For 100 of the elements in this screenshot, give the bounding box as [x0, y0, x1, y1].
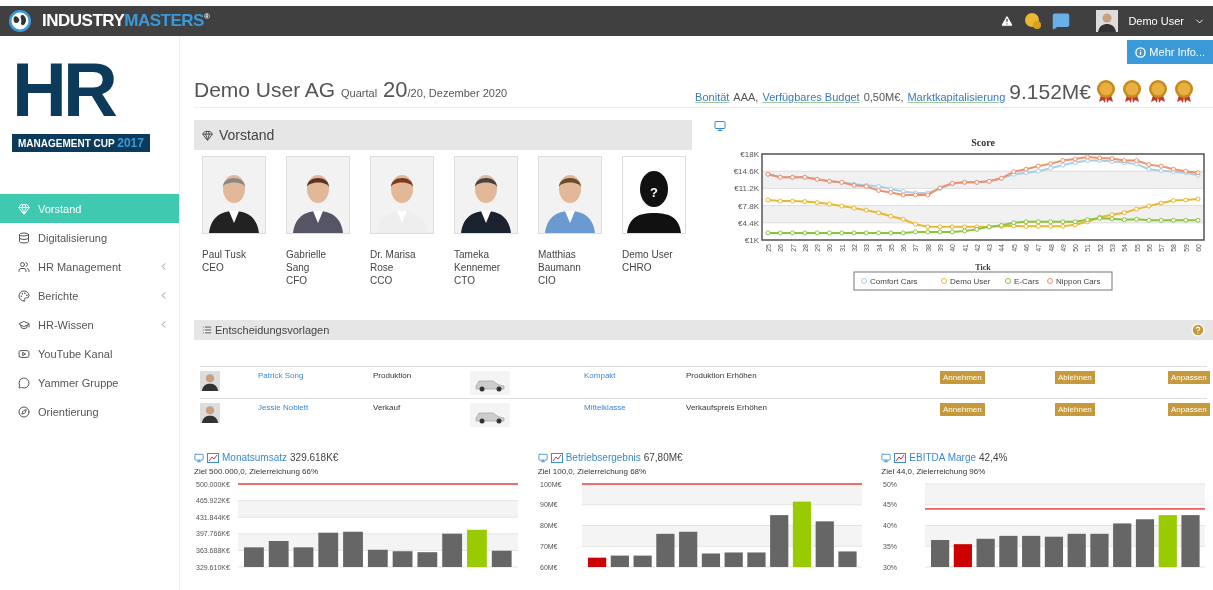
- database-icon: [18, 231, 30, 244]
- car-icon: [470, 403, 510, 427]
- model-link[interactable]: Kompakt: [584, 371, 686, 380]
- action-button[interactable]: Anpassen: [1168, 371, 1210, 384]
- chart-icon[interactable]: [550, 452, 563, 463]
- chat-icon[interactable]: [1052, 12, 1071, 30]
- kpi-link[interactable]: EBITDA Marge: [909, 452, 977, 463]
- medal-icon: [1095, 79, 1117, 103]
- axis-title: Tick: [975, 263, 991, 272]
- member-role: CHRO: [622, 261, 653, 274]
- member-role: CEO: [202, 261, 225, 274]
- action-button[interactable]: Annehmen: [940, 403, 985, 416]
- kpi-subtitle: Ziel 100,0, Zielerreichung 68%: [537, 467, 648, 476]
- diamond-icon: [202, 129, 213, 141]
- play-icon: [18, 347, 30, 360]
- stat-value: 0,50M€,: [863, 91, 904, 103]
- axis-label: €1K: [744, 236, 759, 245]
- info-icon: [1135, 46, 1147, 58]
- graduation-cap-icon: [18, 318, 30, 331]
- member-role: CCO: [370, 274, 394, 287]
- globe-icon: [8, 9, 32, 33]
- stat-value: AAA,: [733, 91, 759, 103]
- action-button[interactable]: Ablehnen: [1055, 371, 1095, 384]
- user-menu[interactable]: Demo User: [1128, 15, 1184, 27]
- users-icon: [18, 260, 30, 273]
- table-cell-text: Produktion Erhöhen: [686, 371, 758, 380]
- kpi-value: 329.618K€: [290, 452, 339, 463]
- kpi-link[interactable]: Betriebsergebnis: [565, 452, 641, 463]
- person-link[interactable]: Jessie Noblett: [258, 403, 373, 412]
- monitor-icon[interactable]: [537, 452, 548, 463]
- legend-label: Comfort Cars: [870, 277, 918, 286]
- panel-title: Entscheidungsvorlagen: [215, 324, 330, 336]
- help-icon[interactable]: [1191, 323, 1205, 337]
- kpi-value: 42,4%: [979, 452, 1008, 463]
- legend-label: E-Cars: [1014, 277, 1039, 286]
- nav-item[interactable]: Yammer Gruppe: [0, 368, 179, 397]
- nav-item[interactable]: Orientierung: [0, 397, 179, 426]
- legend-label: Nippon Cars: [1056, 277, 1101, 286]
- person-link[interactable]: Patrick Song: [258, 371, 373, 380]
- kpi-subtitle: Ziel 500.000,0, Zielerreichung 66%: [194, 467, 320, 476]
- model-link[interactable]: Mittelklasse: [584, 403, 686, 412]
- more-info-button[interactable]: Mehr Info...: [1127, 40, 1213, 64]
- axis-label: €18K: [740, 150, 759, 159]
- member-role: CFO: [286, 274, 309, 287]
- coin-icon[interactable]: [1024, 12, 1043, 30]
- member-name: Demo User: [622, 248, 674, 261]
- monitor-icon[interactable]: [714, 120, 726, 132]
- member-name: Matthias Baumann: [538, 248, 582, 274]
- stat-link[interactable]: Bonität: [695, 91, 730, 103]
- kpi-subtitle: Ziel 44,0, Zielerreichung 96%: [881, 467, 987, 476]
- monitor-icon[interactable]: [194, 452, 204, 463]
- legend-label: Demo User: [950, 277, 991, 286]
- table-cell-text: Verkaufspreis Erhöhen: [686, 403, 768, 412]
- axis-label: €11.2K: [734, 184, 759, 194]
- member-role: CTO: [454, 274, 476, 287]
- medal-icon: [1147, 79, 1169, 103]
- diamond-icon: [18, 202, 30, 215]
- palette-icon: [18, 289, 30, 302]
- nav-item[interactable]: HR Management: [0, 252, 179, 281]
- member-name: Dr. Marisa Rose: [370, 248, 417, 274]
- legend-marker: [1005, 278, 1011, 284]
- stat-link[interactable]: Verfügbares Budget: [762, 91, 860, 103]
- legend-marker: [941, 278, 947, 284]
- market-cap-value: 9.152M€: [1009, 81, 1091, 103]
- warning-icon[interactable]: [1000, 14, 1015, 28]
- action-button[interactable]: Annehmen: [940, 371, 985, 384]
- car-icon: [470, 371, 510, 395]
- speech-bubble-icon: [18, 376, 30, 389]
- member-name: Paul Tusk: [202, 248, 247, 261]
- company-title: Demo User AG Quartal 20/20, Dezember 2020: [194, 77, 508, 103]
- action-button[interactable]: Anpassen: [1168, 403, 1210, 416]
- table-cell-text: Produktion: [373, 371, 413, 380]
- logo-text: INDUSTRYMASTERS$^{®}$: [42, 11, 210, 31]
- nav-item[interactable]: Vorstand: [0, 194, 179, 223]
- axis-label: €7.8K: [738, 201, 759, 211]
- nav-item[interactable]: Digitalisierung: [0, 223, 179, 252]
- member-name: Gabrielle Sang: [286, 248, 328, 274]
- monitor-icon[interactable]: [881, 452, 892, 463]
- member-name: Tameka Kennemer: [454, 248, 502, 274]
- axis-label: €4.4K: [738, 218, 759, 228]
- hr-cup-logo: HR MANAGEMENT CUP 2017: [0, 54, 179, 194]
- kpi-link[interactable]: Monatsumsatz: [222, 452, 288, 463]
- nav-item[interactable]: HR-Wissen: [0, 310, 179, 339]
- chart-icon[interactable]: [207, 452, 219, 463]
- legend-marker: [1047, 278, 1053, 284]
- legend-marker: [861, 278, 867, 284]
- nav-item[interactable]: YouTube Kanal: [0, 339, 179, 368]
- kpi-value: 67,80M€: [643, 452, 683, 463]
- medal-icon: [1173, 79, 1195, 103]
- stat-link[interactable]: Marktkapitalisierung: [907, 91, 1006, 103]
- compass-icon: [18, 405, 30, 418]
- chart-icon[interactable]: [894, 452, 907, 463]
- chart-title: Score: [971, 137, 995, 148]
- nav-item[interactable]: Berichte: [0, 281, 179, 310]
- medal-icon: [1121, 79, 1143, 103]
- action-button[interactable]: Ablehnen: [1055, 403, 1095, 416]
- axis-label: €14.6K: [733, 167, 759, 177]
- list-icon: [202, 325, 212, 335]
- member-role: CIO: [538, 274, 557, 287]
- panel-title: Vorstand: [219, 127, 275, 143]
